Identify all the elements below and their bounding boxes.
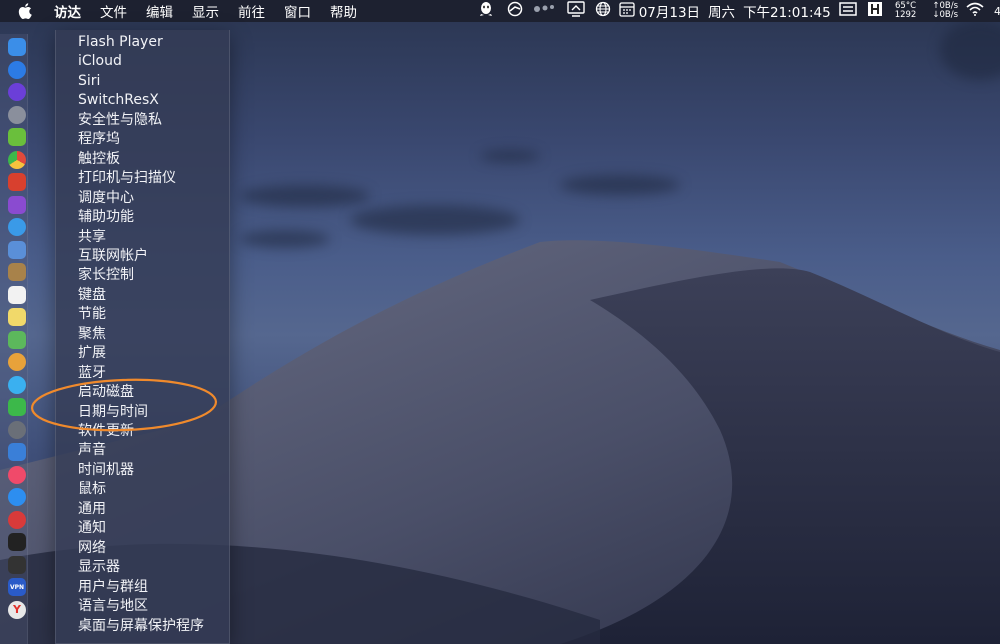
dock: VPN Y	[0, 34, 28, 644]
menu-window[interactable]: 窗口	[284, 1, 311, 21]
menu-item-pref[interactable]: 家长控制	[78, 266, 134, 285]
menu-item-pref[interactable]: 语言与地区	[78, 597, 148, 616]
menubar-date[interactable]: 07月13日	[639, 1, 700, 21]
menu-item-pref[interactable]: 日期与时间	[78, 403, 148, 422]
apple-menu-icon[interactable]	[18, 3, 38, 19]
preview-icon[interactable]	[8, 240, 26, 259]
vivaldi-icon[interactable]	[8, 510, 26, 529]
network-speed[interactable]: ↑0B/s ↓0B/s	[932, 2, 958, 20]
menu-item-pref[interactable]: 网络	[78, 539, 106, 558]
activity-monitor-icon[interactable]	[8, 555, 26, 574]
menu-item-pref[interactable]: 互联网帐户	[78, 247, 148, 266]
menu-item-pref[interactable]: 程序坞	[78, 130, 120, 149]
notes-icon[interactable]	[8, 308, 26, 326]
qq-icon[interactable]	[479, 1, 493, 21]
yandex-icon[interactable]: Y	[8, 600, 26, 619]
wifi-icon[interactable]	[966, 2, 984, 20]
screen-mirror-icon[interactable]	[567, 1, 585, 21]
finder-icon[interactable]	[8, 38, 26, 56]
menu-item-pref[interactable]: 启动磁盘	[78, 383, 134, 402]
menu-item-pref[interactable]: 打印机与扫描仪	[78, 169, 176, 188]
menubar-time[interactable]: 下午21:01:45	[743, 1, 831, 21]
cpu-monitor[interactable]: 65°C 1292	[895, 2, 917, 20]
vpn-icon[interactable]: VPN	[8, 578, 26, 596]
menu-item-pref[interactable]: iCloud	[78, 52, 122, 71]
menu-item-pref[interactable]: 辅助功能	[78, 208, 134, 227]
menu-item-pref[interactable]: 显示器	[78, 558, 120, 577]
menu-finder[interactable]: 访达	[54, 1, 81, 21]
menu-edit[interactable]: 编辑	[146, 1, 173, 21]
menu-item-pref[interactable]: 用户与群组	[78, 578, 148, 597]
app-store-2-icon[interactable]	[8, 488, 26, 506]
app-store-icon[interactable]	[8, 60, 26, 79]
android-icon[interactable]	[8, 128, 26, 146]
menubar-weekday[interactable]: 周六	[708, 1, 735, 21]
menu-item-pref[interactable]: 键盘	[78, 286, 106, 305]
menu-view[interactable]: 显示	[192, 1, 219, 21]
menu-item-pref[interactable]: 安全性与隐私	[78, 111, 162, 130]
menubar-edge-text: 4	[994, 4, 1000, 18]
dock-icon-label: VPN	[9, 583, 25, 591]
maps-icon[interactable]	[8, 330, 26, 349]
fan-rpm: 1292	[894, 10, 917, 20]
menu-item-pref[interactable]: 触控板	[78, 150, 120, 169]
menu-item-pref[interactable]: 通知	[78, 519, 106, 538]
music-icon[interactable]	[8, 465, 26, 484]
menu-bar: 访达 文件 编辑 显示 前往 窗口 帮助 07月13日 周六 下午21:01:4…	[0, 0, 1000, 22]
menu-item-pref[interactable]: 节能	[78, 305, 106, 324]
system-preferences-icon[interactable]	[8, 420, 26, 439]
menu-item-pref[interactable]: 软件更新	[78, 422, 134, 441]
messages-icon[interactable]	[8, 375, 26, 394]
menu-item-pref[interactable]: 桌面与屏幕保护程序	[78, 617, 204, 636]
calculator-icon[interactable]	[8, 195, 26, 214]
calendar-menu-icon[interactable]	[619, 1, 635, 21]
menu-item-pref[interactable]: Flash Player	[78, 33, 163, 52]
safari-icon[interactable]	[8, 218, 26, 236]
calendar-icon[interactable]	[8, 285, 26, 304]
menu-item-pref[interactable]: 鼠标	[78, 480, 106, 499]
menu-item-pref[interactable]: 蓝牙	[78, 364, 106, 383]
globe-sync-icon[interactable]	[507, 1, 523, 21]
menu-item-pref[interactable]: 调度中心	[78, 189, 134, 208]
menu-file[interactable]: 文件	[100, 1, 127, 21]
toolbox-icon[interactable]	[8, 173, 26, 191]
menu-item-pref[interactable]: 共享	[78, 228, 106, 247]
menu-go[interactable]: 前往	[238, 1, 265, 21]
launchpad-icon[interactable]	[8, 105, 26, 124]
menu-help[interactable]: 帮助	[330, 1, 357, 21]
siri-icon[interactable]	[8, 83, 26, 101]
menu-item-pref[interactable]: 时间机器	[78, 461, 134, 480]
menu-item-pref[interactable]: SwitchResX	[78, 91, 159, 110]
dots-icon[interactable]	[533, 3, 555, 19]
input-source-icon[interactable]	[838, 2, 857, 20]
system-preferences-dropdown: Flash Player iCloud Siri SwitchResX 安全性与隐私 程序…	[55, 30, 230, 644]
globe-icon[interactable]	[595, 1, 611, 21]
photos-icon[interactable]	[8, 353, 26, 371]
net-down: ↓0B/s	[932, 10, 958, 20]
sogou-icon[interactable]	[867, 1, 883, 21]
chrome-icon[interactable]	[8, 150, 26, 169]
menu-item-pref[interactable]: 扩展	[78, 344, 106, 363]
wechat-icon[interactable]	[8, 398, 26, 416]
dock-icon-label: Y	[13, 603, 21, 616]
terminal-icon[interactable]	[8, 533, 26, 551]
keynote-icon[interactable]	[8, 443, 26, 461]
menu-item-pref[interactable]: 声音	[78, 441, 106, 460]
menu-item-pref[interactable]: 通用	[78, 500, 106, 519]
menu-item-pref[interactable]: 聚焦	[78, 325, 106, 344]
menu-item-pref[interactable]: Siri	[78, 72, 100, 91]
notes-brown-icon[interactable]	[8, 263, 26, 281]
status-area: 07月13日 周六 下午21:01:45 65°C 1292 ↑0B/s ↓0B…	[479, 0, 1000, 22]
